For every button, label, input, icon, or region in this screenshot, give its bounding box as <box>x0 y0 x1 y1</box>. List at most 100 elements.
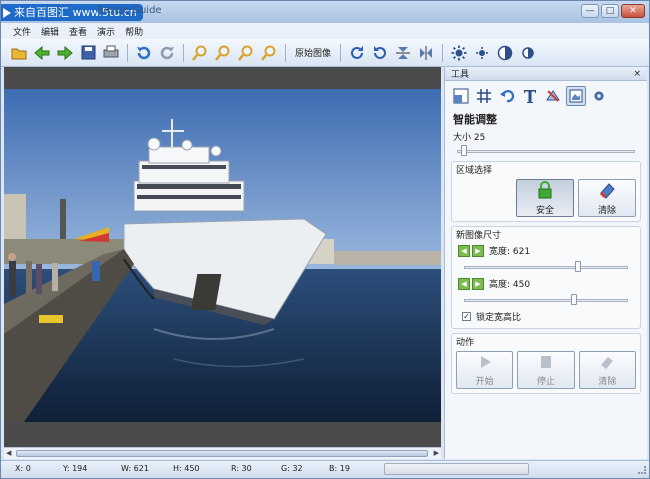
zoom-in-icon[interactable] <box>190 43 210 63</box>
panel-title: 工具 <box>451 70 470 80</box>
width-increase-icon[interactable]: ▶ <box>472 244 484 257</box>
height-decrease-icon[interactable]: ◀ <box>458 277 470 290</box>
stop-icon <box>538 354 554 373</box>
scroll-left-icon[interactable]: ◀ <box>6 449 11 457</box>
brightness-down-icon[interactable] <box>472 43 492 63</box>
menu-edit[interactable]: 编辑 <box>41 25 59 38</box>
undo-icon[interactable] <box>134 43 154 63</box>
tools-panel: 工具 × 智能调整 大小 25 区域选择 安全 清除 新图像尺寸 ◀ ▶ 宽度:… <box>444 67 647 459</box>
width-decrease-icon[interactable]: ◀ <box>458 244 470 257</box>
width-row: ◀ ▶ 宽度: 621 <box>452 242 640 259</box>
smart-resize-active-icon[interactable] <box>566 86 586 106</box>
close-icon[interactable]: ✕ <box>621 4 645 18</box>
smart-resize-tool-icon[interactable] <box>543 86 563 106</box>
action-section: 动作 开始 停止 清除 <box>451 333 641 394</box>
width-slider-track <box>464 266 628 269</box>
smart-resize-title: 智能调整 <box>453 113 497 126</box>
size-slider-knob[interactable] <box>461 145 467 156</box>
action-clear-label: 清除 <box>598 376 617 387</box>
height-slider[interactable] <box>464 294 628 306</box>
new-size-section: 新图像尺寸 ◀ ▶ 宽度: 621 ◀ ▶ 高度: 450 ✓ 锁定宽高比 <box>451 226 641 329</box>
region-buttons: 安全 清除 <box>452 177 640 221</box>
lock-ratio-row: ✓ 锁定宽高比 <box>452 308 640 328</box>
status-green: G: 32 <box>281 464 303 473</box>
zoom-out-icon[interactable] <box>213 43 233 63</box>
maximize-icon[interactable]: □ <box>601 4 619 18</box>
panel-header: 工具 × <box>445 67 647 81</box>
brightness-up-icon[interactable] <box>449 43 469 63</box>
rotate-right-icon[interactable] <box>347 43 367 63</box>
save-icon[interactable] <box>78 43 98 63</box>
size-label: 大小 25 <box>453 133 486 143</box>
clear-region-button[interactable]: 清除 <box>578 179 636 217</box>
menu-help[interactable]: 帮助 <box>125 25 143 38</box>
open-folder-icon[interactable] <box>9 43 29 63</box>
height-row: ◀ ▶ 高度: 450 <box>452 275 640 292</box>
width-slider-knob[interactable] <box>575 261 581 272</box>
contrast-up-icon[interactable] <box>495 43 515 63</box>
toolbar-separator <box>183 43 184 62</box>
lock-ratio-checkbox[interactable]: ✓ <box>462 312 471 321</box>
app-window: 来自百图汇 www.5tu.cn Resize Guide — □ ✕ 文件 编… <box>0 0 650 479</box>
width-slider[interactable] <box>464 261 628 273</box>
safe-button[interactable]: 安全 <box>516 179 574 217</box>
height-increase-icon[interactable]: ▶ <box>472 277 484 290</box>
resize-icon[interactable] <box>451 86 471 106</box>
play-icon <box>477 354 493 373</box>
horizontal-scrollbar[interactable]: ◀ ▶ <box>4 447 441 459</box>
height-slider-knob[interactable] <box>571 294 577 305</box>
toolbar-separator <box>340 43 342 62</box>
status-x: X: 0 <box>15 464 31 473</box>
status-bar: X: 0 Y: 194 W: 621 H: 450 R: 30 G: 32 B:… <box>1 460 649 478</box>
width-label: 宽度: 621 <box>489 247 531 257</box>
status-y: Y: 194 <box>63 464 88 473</box>
toolbar-separator <box>285 43 286 62</box>
status-blue: B: 19 <box>329 464 350 473</box>
minimize-icon[interactable]: — <box>581 4 599 18</box>
scroll-right-icon[interactable]: ▶ <box>434 449 439 457</box>
height-slider-track <box>464 299 628 302</box>
scrollbar-thumb[interactable] <box>16 450 428 457</box>
contrast-down-icon[interactable] <box>518 43 538 63</box>
back-arrow-icon[interactable] <box>32 43 52 63</box>
resize-grip-icon[interactable] <box>638 466 646 474</box>
flip-vertical-icon[interactable] <box>393 43 413 63</box>
panel-toolbar <box>445 81 647 108</box>
size-slider[interactable] <box>457 145 635 157</box>
toolbar-separator <box>442 43 444 62</box>
safe-label: 安全 <box>535 205 554 216</box>
lock-icon <box>536 180 554 202</box>
title-bar[interactable]: 来自百图汇 www.5tu.cn Resize Guide — □ ✕ <box>1 1 649 23</box>
menu-demo[interactable]: 演示 <box>97 25 115 38</box>
rotate-left-icon[interactable] <box>370 43 390 63</box>
menu-file[interactable]: 文件 <box>13 25 31 38</box>
menu-view[interactable]: 查看 <box>69 25 87 38</box>
new-size-section-title: 新图像尺寸 <box>456 231 502 241</box>
undo-tool-icon[interactable] <box>497 86 517 106</box>
panel-close-icon[interactable]: × <box>633 69 641 79</box>
status-progress-bar <box>384 463 529 475</box>
text-tool-icon[interactable] <box>520 86 540 106</box>
stop-label: 停止 <box>536 376 555 387</box>
image-canvas[interactable] <box>4 67 441 447</box>
crop-grid-icon[interactable] <box>474 86 494 106</box>
window-controls: — □ ✕ <box>581 4 645 18</box>
start-button[interactable]: 开始 <box>456 351 514 389</box>
status-height: H: 450 <box>173 464 200 473</box>
settings-tool-icon[interactable] <box>589 86 609 106</box>
zoom-fit-icon[interactable] <box>236 43 256 63</box>
action-section-title: 动作 <box>456 338 475 348</box>
zoom-actual-icon[interactable] <box>259 43 279 63</box>
forward-arrow-icon[interactable] <box>55 43 75 63</box>
stop-button[interactable]: 停止 <box>517 351 575 389</box>
height-label: 高度: 450 <box>489 280 531 290</box>
lock-ratio-label: 锁定宽高比 <box>476 313 522 323</box>
print-icon[interactable] <box>101 43 121 63</box>
action-clear-button[interactable]: 清除 <box>578 351 636 389</box>
size-slider-track <box>457 150 635 153</box>
play-icon <box>3 7 11 18</box>
flip-horizontal-icon[interactable] <box>416 43 436 63</box>
original-image-button[interactable]: 原始图像 <box>292 46 334 59</box>
main-toolbar: 原始图像 <box>1 39 649 67</box>
redo-icon[interactable] <box>157 43 177 63</box>
